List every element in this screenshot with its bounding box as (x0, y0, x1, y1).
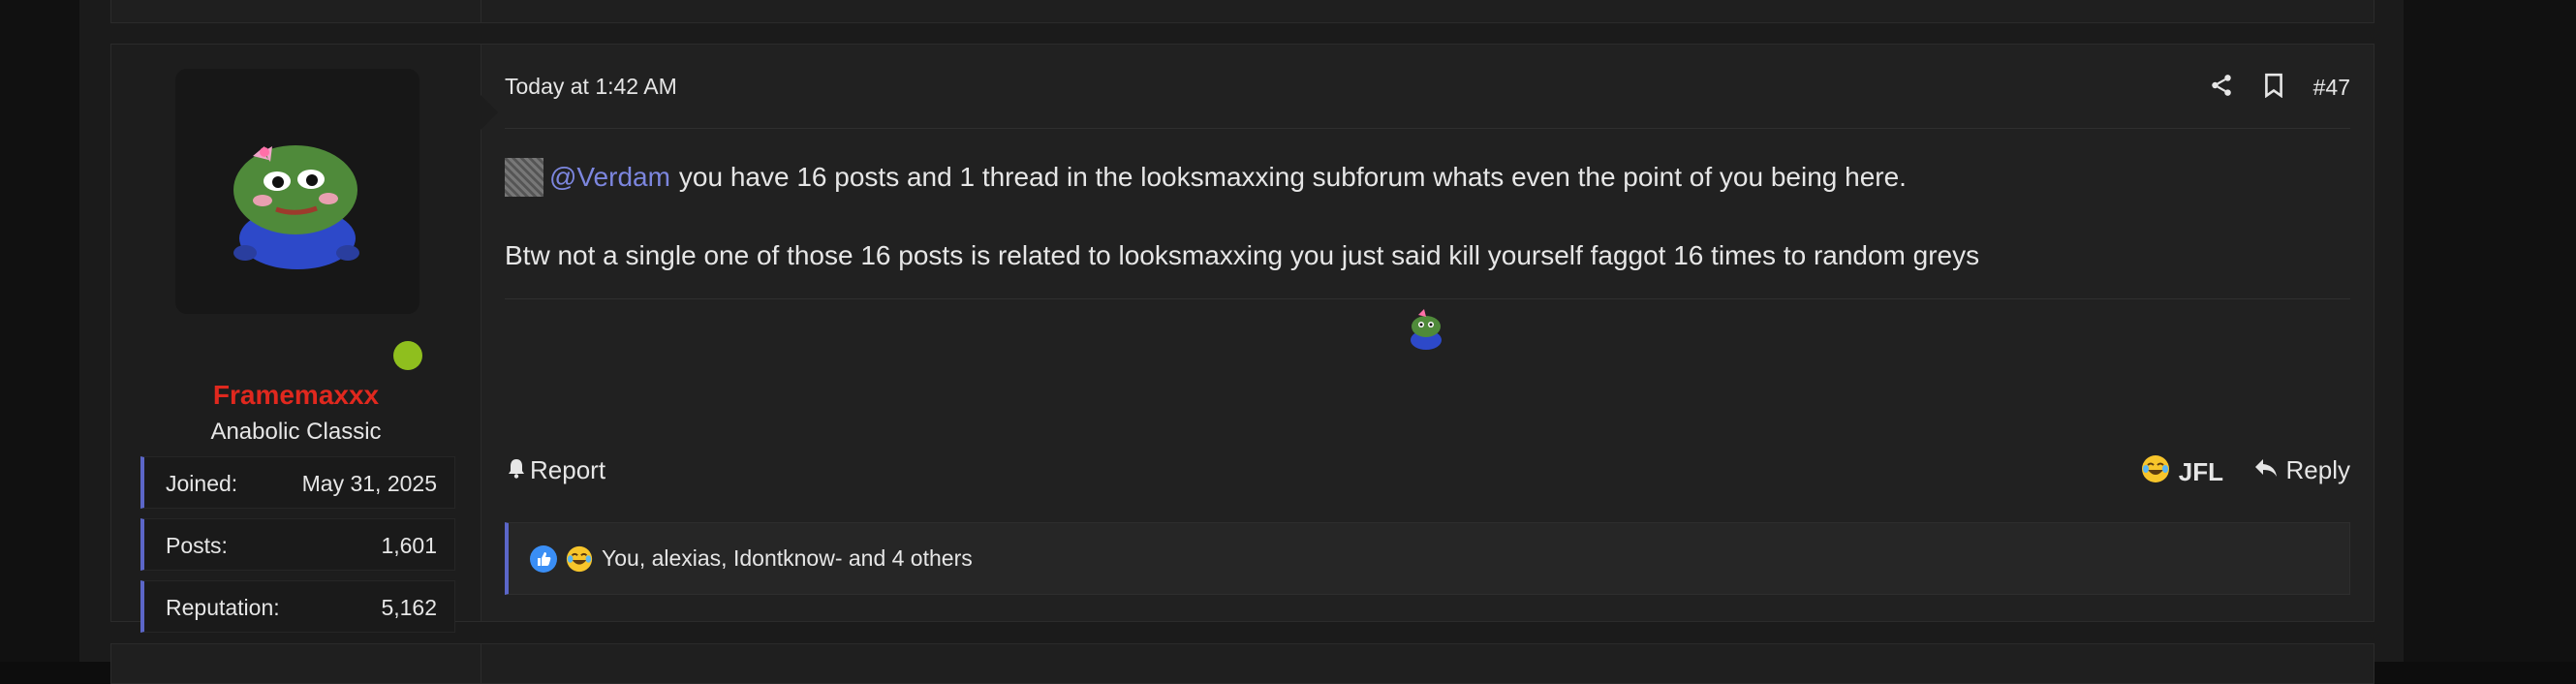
like-icon (530, 544, 557, 573)
page-right-gutter (2404, 0, 2576, 662)
post-timestamp[interactable]: Today at 1:42 AM (505, 74, 677, 100)
signature-pepe-icon (1405, 305, 1447, 358)
message-body: Today at 1:42 AM #47 @Verdam you have 16… (505, 45, 2350, 621)
signature-divider (505, 298, 2350, 299)
stat-posts: Posts: 1,601 (140, 518, 455, 571)
message-line-2: Btw not a single one of those 16 posts i… (505, 240, 1980, 270)
report-label: Report (530, 455, 606, 484)
reply-button[interactable]: Reply (2253, 455, 2350, 485)
message-line-1: @Verdam you have 16 posts and 1 thread i… (505, 158, 1907, 197)
post-number[interactable]: #47 (2313, 75, 2350, 101)
reaction-button[interactable]: JFL (2140, 453, 2223, 491)
pepe-avatar-icon (233, 145, 359, 269)
post-header-actions: #47 (2209, 68, 2350, 107)
laughing-emoji-icon (565, 544, 594, 574)
reply-icon (2253, 455, 2279, 485)
bookmark-icon[interactable] (2263, 73, 2284, 103)
user-mention-link[interactable]: @Verdam (549, 162, 670, 193)
stat-label: Posts: (166, 533, 228, 558)
report-button[interactable]: Report (507, 455, 605, 485)
stat-reputation: Reputation: 5,162 (140, 580, 455, 633)
user-info-panel: Framemaxxx Anabolic Classic Joined: May … (111, 45, 481, 633)
stat-label: Reputation: (166, 595, 280, 620)
bell-icon (507, 455, 526, 485)
next-post (110, 643, 2374, 684)
avatar[interactable] (175, 69, 419, 314)
reactions-summary[interactable]: You, alexias, Idontknow- and 4 others (602, 545, 973, 572)
reply-label: Reply (2285, 455, 2350, 484)
stat-value: 5,162 (381, 595, 437, 620)
mention-avatar (505, 158, 543, 197)
username[interactable]: Framemaxxx (111, 380, 481, 411)
reactions-bar[interactable]: You, alexias, Idontknow- and 4 others (505, 522, 2350, 595)
stat-value[interactable]: 1,601 (381, 533, 437, 559)
online-status-indicator (393, 341, 422, 370)
page-left-gutter (0, 0, 79, 662)
stat-value: May 31, 2025 (301, 471, 437, 496)
post-47: Framemaxxx Anabolic Classic Joined: May … (110, 44, 2374, 633)
message-text: you have 16 posts and 1 thread in the lo… (678, 162, 1907, 192)
previous-post (110, 0, 2374, 23)
post-action-bar: Report JFL Reply (505, 451, 2350, 490)
stat-joined: Joined: May 31, 2025 (140, 456, 455, 509)
reaction-label: JFL (2178, 457, 2223, 486)
share-icon[interactable] (2209, 73, 2234, 103)
message-pointer (481, 95, 498, 130)
header-divider (505, 128, 2350, 129)
laughing-emoji-icon (2140, 453, 2171, 491)
stat-label: Joined: (166, 471, 238, 496)
thread-content: Framemaxxx Anabolic Classic Joined: May … (79, 0, 2404, 684)
user-title: Anabolic Classic (210, 419, 382, 445)
